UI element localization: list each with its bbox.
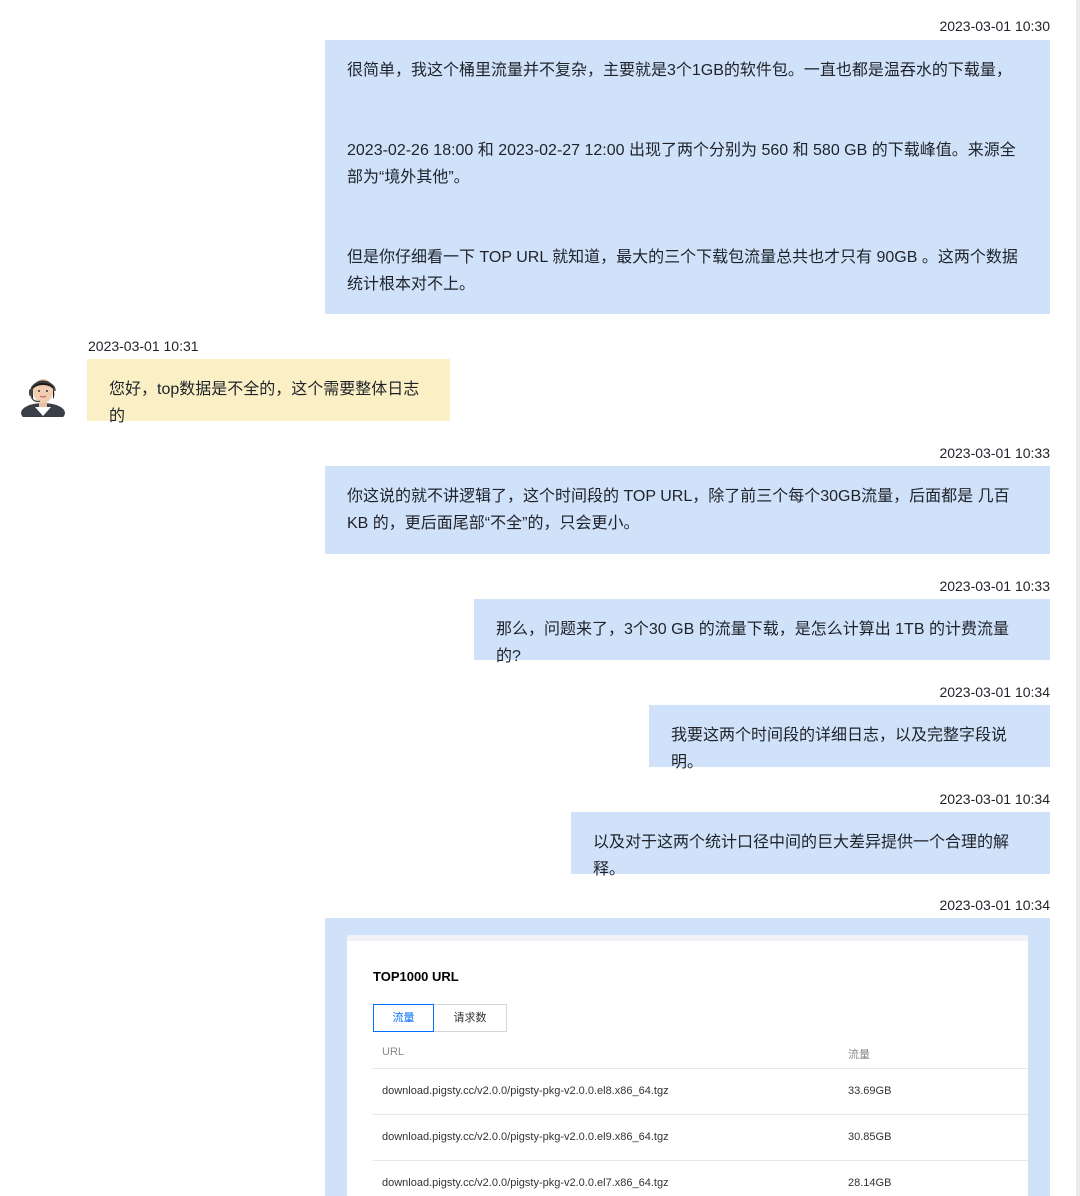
message-timestamp: 2023-03-01 10:30: [939, 18, 1050, 34]
screenshot-image[interactable]: TOP1000 URL 流量 请求数 URL 流量 download.pigst…: [347, 935, 1028, 1196]
message-timestamp: 2023-03-01 10:34: [939, 684, 1050, 700]
message-paragraph: 我要这两个时间段的详细日志，以及完整字段说明。: [671, 727, 1008, 771]
message-timestamp: 2023-03-01 10:34: [939, 791, 1050, 807]
message-timestamp: 2023-03-01 10:34: [939, 897, 1050, 913]
column-header-traffic: 流量: [848, 1049, 870, 1061]
tab-requests: 请求数: [434, 1004, 507, 1032]
table-header: URL 流量: [373, 1040, 1028, 1069]
scrollbar[interactable]: [1076, 0, 1080, 1196]
tab-traffic: 流量: [373, 1004, 434, 1032]
message-timestamp: 2023-03-01 10:33: [939, 578, 1050, 594]
screenshot-tabs: 流量 请求数: [373, 1004, 507, 1032]
support-agent-avatar-icon: [21, 369, 65, 423]
message-paragraph: 2023-02-26 18:00 和 2023-02-27 12:00 出现了两…: [347, 142, 1016, 186]
row-url: download.pigsty.cc/v2.0.0/pigsty-pkg-v2.…: [382, 1085, 669, 1097]
message-paragraph: 您好，top数据是不全的，这个需要整体日志的: [109, 381, 420, 425]
message-timestamp: 2023-03-01 10:31: [88, 338, 199, 354]
message-timestamp: 2023-03-01 10:33: [939, 445, 1050, 461]
row-traffic: 28.14GB: [848, 1177, 892, 1189]
row-traffic: 33.69GB: [848, 1085, 892, 1097]
table-row: download.pigsty.cc/v2.0.0/pigsty-pkg-v2.…: [373, 1161, 1028, 1196]
column-header-url: URL: [382, 1046, 405, 1058]
screenshot-title: TOP1000 URL: [373, 969, 459, 984]
message-paragraph: 你这说的就不讲逻辑了，这个时间段的 TOP URL，除了前三个每个30GB流量，…: [347, 488, 1010, 532]
table-row: download.pigsty.cc/v2.0.0/pigsty-pkg-v2.…: [373, 1069, 1028, 1115]
message-paragraph: 但是你仔细看一下 TOP URL 就知道，最大的三个下载包流量总共也才只有 90…: [347, 249, 1018, 293]
my-message-bubble: 我要这两个时间段的详细日志，以及完整字段说明。: [649, 705, 1050, 771]
agent-message-bubble: 您好，top数据是不全的，这个需要整体日志的: [87, 359, 450, 425]
my-message-bubble: 以及对于这两个统计口径中间的巨大差异提供一个合理的解释。: [571, 812, 1050, 878]
row-url: download.pigsty.cc/v2.0.0/pigsty-pkg-v2.…: [382, 1131, 669, 1143]
table-row: download.pigsty.cc/v2.0.0/pigsty-pkg-v2.…: [373, 1115, 1028, 1161]
message-paragraph: 那么，问题来了，3个30 GB 的流量下载，是怎么计算出 1TB 的计费流量的?: [496, 621, 1009, 665]
message-paragraph: 很简单，我这个桶里流量并不复杂，主要就是3个1GB的软件包。一直也都是温吞水的下…: [347, 62, 1012, 79]
my-message-bubble: 那么，问题来了，3个30 GB 的流量下载，是怎么计算出 1TB 的计费流量的?: [474, 599, 1050, 665]
my-message-bubble: 你这说的就不讲逻辑了，这个时间段的 TOP URL，除了前三个每个30GB流量，…: [325, 466, 1050, 554]
message-paragraph: 以及对于这两个统计口径中间的巨大差异提供一个合理的解释。: [593, 834, 1010, 878]
my-message-bubble: 很简单，我这个桶里流量并不复杂，主要就是3个1GB的软件包。一直也都是温吞水的下…: [325, 40, 1050, 314]
row-url: download.pigsty.cc/v2.0.0/pigsty-pkg-v2.…: [382, 1177, 669, 1189]
row-traffic: 30.85GB: [848, 1131, 892, 1143]
